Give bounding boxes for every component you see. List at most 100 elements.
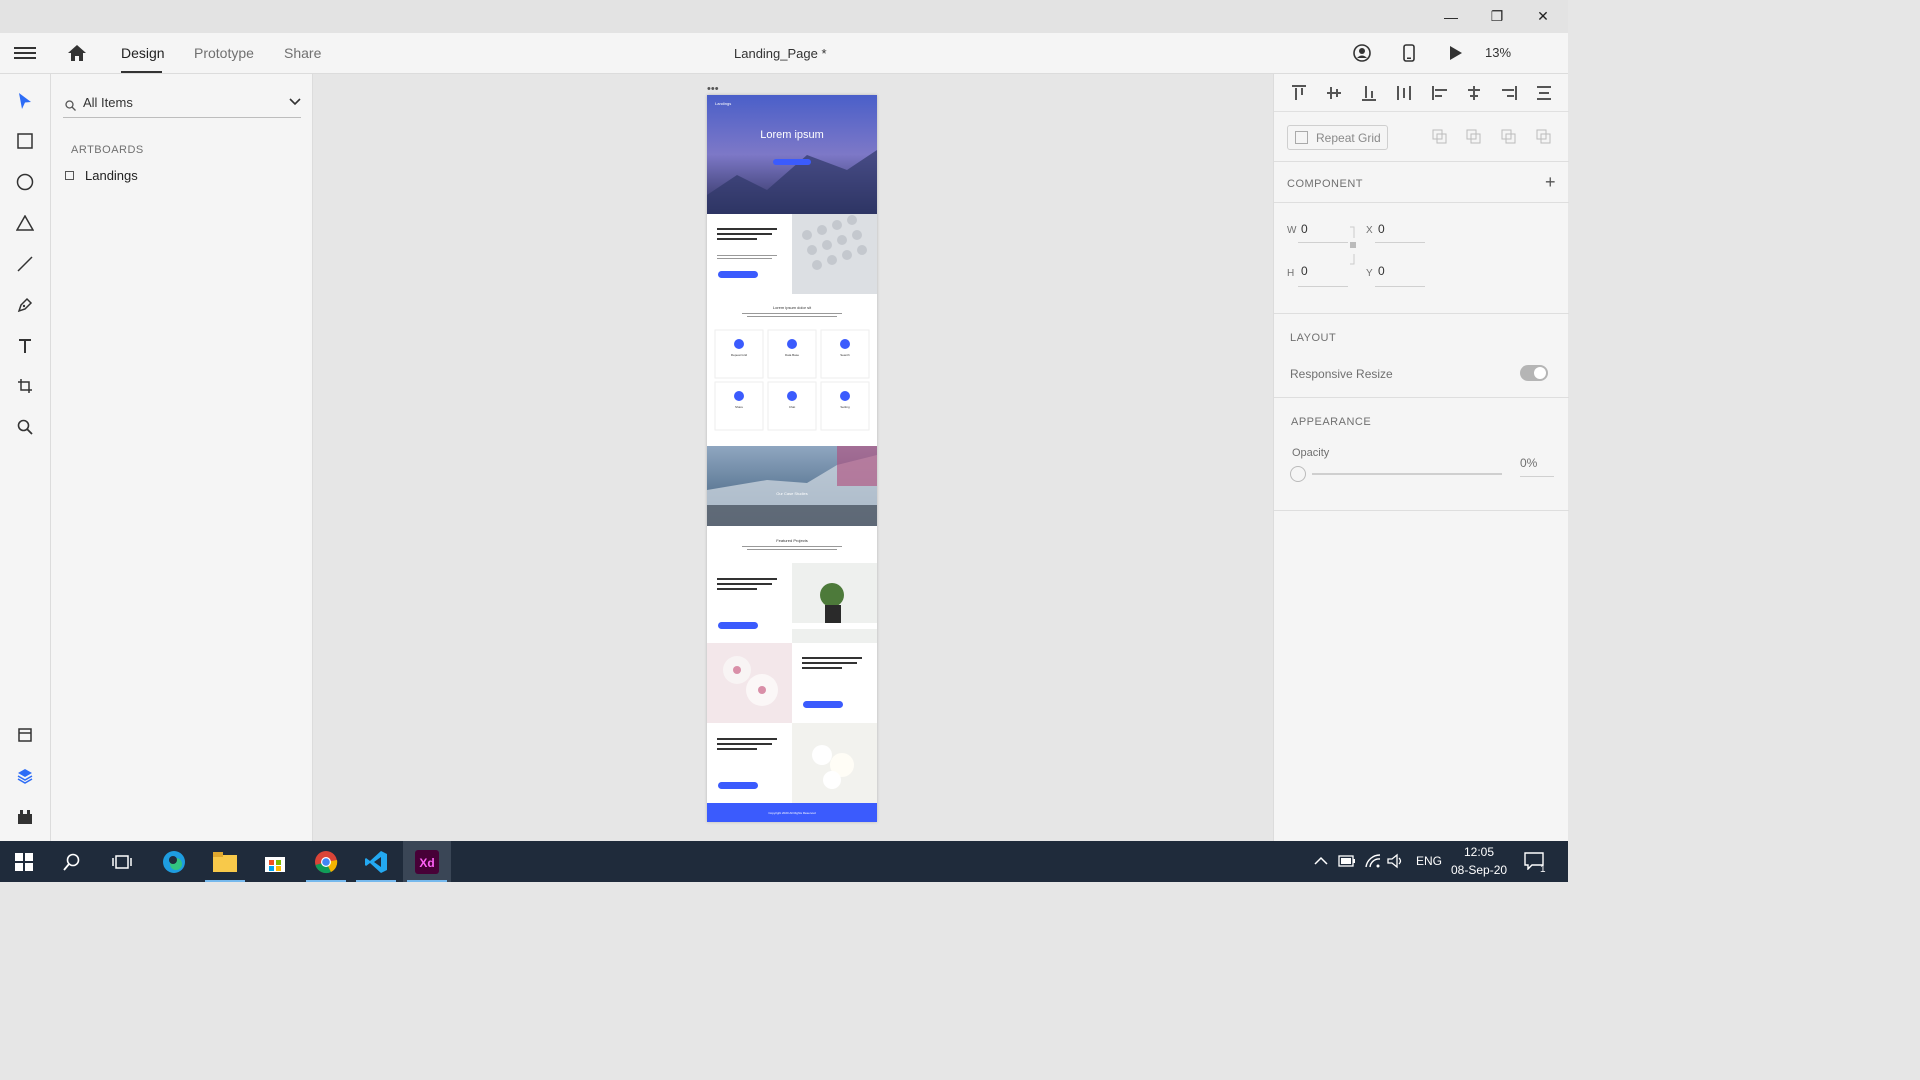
align-bottom-icon[interactable]	[1361, 85, 1377, 101]
window-titlebar: — ❐ ✕	[0, 0, 1568, 33]
clock-date[interactable]: 08-Sep-20	[1451, 863, 1507, 877]
opacity-value[interactable]: 0%	[1520, 456, 1537, 470]
responsive-resize-toggle[interactable]	[1520, 365, 1548, 381]
layer-item-label: Landings	[85, 168, 138, 183]
divider	[1274, 202, 1569, 203]
battery-icon[interactable]	[1338, 855, 1356, 867]
layout-section-label: LAYOUT	[1290, 332, 1337, 344]
ellipse-tool-icon[interactable]	[14, 171, 36, 193]
property-inspector: Repeat Grid COMPONENT + W 0 X 0 H 0 Y 0 …	[1273, 74, 1569, 841]
distribute-horizontal-icon[interactable]	[1536, 85, 1552, 101]
active-app-indicator	[306, 880, 346, 882]
opacity-slider-handle[interactable]	[1290, 466, 1306, 482]
width-underline	[1298, 242, 1348, 243]
opacity-value-underline	[1520, 476, 1554, 477]
repeat-grid-icon	[1295, 131, 1308, 144]
tab-design[interactable]: Design	[121, 45, 165, 61]
adobe-xd-icon[interactable]: Xd	[403, 841, 451, 882]
language-indicator[interactable]: ENG	[1416, 854, 1442, 868]
device-preview-icon[interactable]	[1398, 42, 1420, 64]
align-top-icon[interactable]	[1291, 85, 1307, 101]
pen-tool-icon[interactable]	[14, 294, 36, 316]
zoom-level[interactable]: 13%	[1485, 45, 1511, 60]
microsoft-store-icon[interactable]	[251, 841, 299, 882]
artboards-section-label: ARTBOARDS	[71, 144, 144, 156]
artboard-options-icon[interactable]: •••	[707, 83, 719, 95]
volume-icon[interactable]	[1387, 853, 1405, 869]
chrome-icon[interactable]	[302, 841, 350, 882]
appearance-section-label: APPEARANCE	[1291, 416, 1372, 428]
x-underline	[1375, 242, 1425, 243]
text-tool-icon[interactable]	[14, 335, 36, 357]
feature-label: Data Base	[785, 353, 799, 357]
subtract-icon[interactable]	[1466, 129, 1482, 145]
rectangle-tool-icon[interactable]	[14, 130, 36, 152]
line-tool-icon[interactable]	[14, 253, 36, 275]
divider	[1274, 313, 1569, 314]
x-field[interactable]: 0	[1378, 222, 1385, 236]
artboard-features-title: Lorem ipsum dolor sit	[773, 305, 812, 310]
opacity-slider-track[interactable]	[1312, 473, 1502, 475]
artboard-landings[interactable]: Landings Lorem ipsum Lorem ipsum dolor s…	[707, 95, 877, 822]
clock-time[interactable]: 12:05	[1464, 845, 1494, 859]
artboard-tool-icon[interactable]	[14, 375, 36, 397]
play-preview-icon[interactable]	[1445, 42, 1467, 64]
active-app-indicator	[407, 880, 447, 882]
distribute-vertical-icon[interactable]	[1396, 85, 1412, 101]
chevron-down-icon[interactable]	[289, 98, 301, 106]
hamburger-menu-icon[interactable]	[14, 44, 36, 62]
artboard-brand: Landings	[715, 101, 731, 106]
align-center-icon[interactable]	[1466, 85, 1482, 101]
artboard-hero-title: Lorem ipsum	[760, 129, 824, 141]
layers-icon[interactable]	[14, 765, 36, 787]
windows-taskbar: Xd ENG 12:05 08-Sep-20 1	[0, 841, 1568, 882]
align-middle-icon[interactable]	[1326, 85, 1342, 101]
document-title: Landing_Page *	[734, 46, 827, 61]
layers-panel: All Items ARTBOARDS Landings	[51, 74, 313, 841]
feature-label: Search	[840, 353, 850, 357]
layer-item-artboard[interactable]: Landings	[65, 168, 138, 183]
exclude-overlap-icon[interactable]	[1536, 129, 1552, 145]
select-tool-icon[interactable]	[14, 90, 36, 112]
plugins-icon[interactable]	[14, 806, 36, 828]
start-button-icon[interactable]	[0, 841, 48, 882]
polygon-tool-icon[interactable]	[14, 212, 36, 234]
align-right-icon[interactable]	[1501, 85, 1517, 101]
show-hidden-icons-icon[interactable]	[1314, 856, 1328, 866]
y-field[interactable]: 0	[1378, 264, 1385, 278]
minimize-button[interactable]: —	[1428, 0, 1474, 33]
artboard-icon	[65, 171, 74, 180]
svg-text:Xd: Xd	[419, 856, 434, 870]
feature-label: Chat	[789, 405, 796, 409]
tab-share[interactable]: Share	[284, 45, 321, 61]
feature-label: Share	[735, 405, 743, 409]
width-field[interactable]: 0	[1301, 222, 1308, 236]
wifi-icon[interactable]	[1364, 853, 1382, 869]
active-tab-indicator	[121, 71, 162, 73]
lock-aspect-icon[interactable]	[1349, 226, 1357, 266]
home-icon[interactable]	[66, 43, 88, 63]
app-header: Design Prototype Share Landing_Page * 13…	[0, 33, 1568, 74]
repeat-grid-button[interactable]: Repeat Grid	[1287, 125, 1388, 150]
zoom-tool-icon[interactable]	[14, 416, 36, 438]
add-component-icon[interactable]: +	[1545, 172, 1556, 193]
vscode-icon[interactable]	[352, 841, 400, 882]
width-label: W	[1287, 225, 1297, 236]
layers-search-input[interactable]: All Items	[63, 92, 301, 118]
artboard-preview: Landings Lorem ipsum Lorem ipsum dolor s…	[707, 95, 877, 822]
divider	[1274, 510, 1569, 511]
close-button[interactable]: ✕	[1520, 0, 1566, 33]
height-field[interactable]: 0	[1301, 264, 1308, 278]
intersect-icon[interactable]	[1501, 129, 1517, 145]
file-explorer-icon[interactable]	[201, 841, 249, 882]
restore-button[interactable]: ❐	[1474, 0, 1520, 33]
search-taskbar-icon[interactable]	[48, 841, 96, 882]
align-left-icon[interactable]	[1432, 85, 1448, 101]
user-share-icon[interactable]	[1351, 42, 1373, 64]
add-union-icon[interactable]	[1432, 129, 1448, 145]
task-view-icon[interactable]	[98, 841, 146, 882]
tab-prototype[interactable]: Prototype	[194, 45, 254, 61]
x-label: X	[1366, 225, 1373, 236]
document-assets-icon[interactable]	[14, 724, 36, 746]
edge-browser-icon[interactable]	[150, 841, 198, 882]
